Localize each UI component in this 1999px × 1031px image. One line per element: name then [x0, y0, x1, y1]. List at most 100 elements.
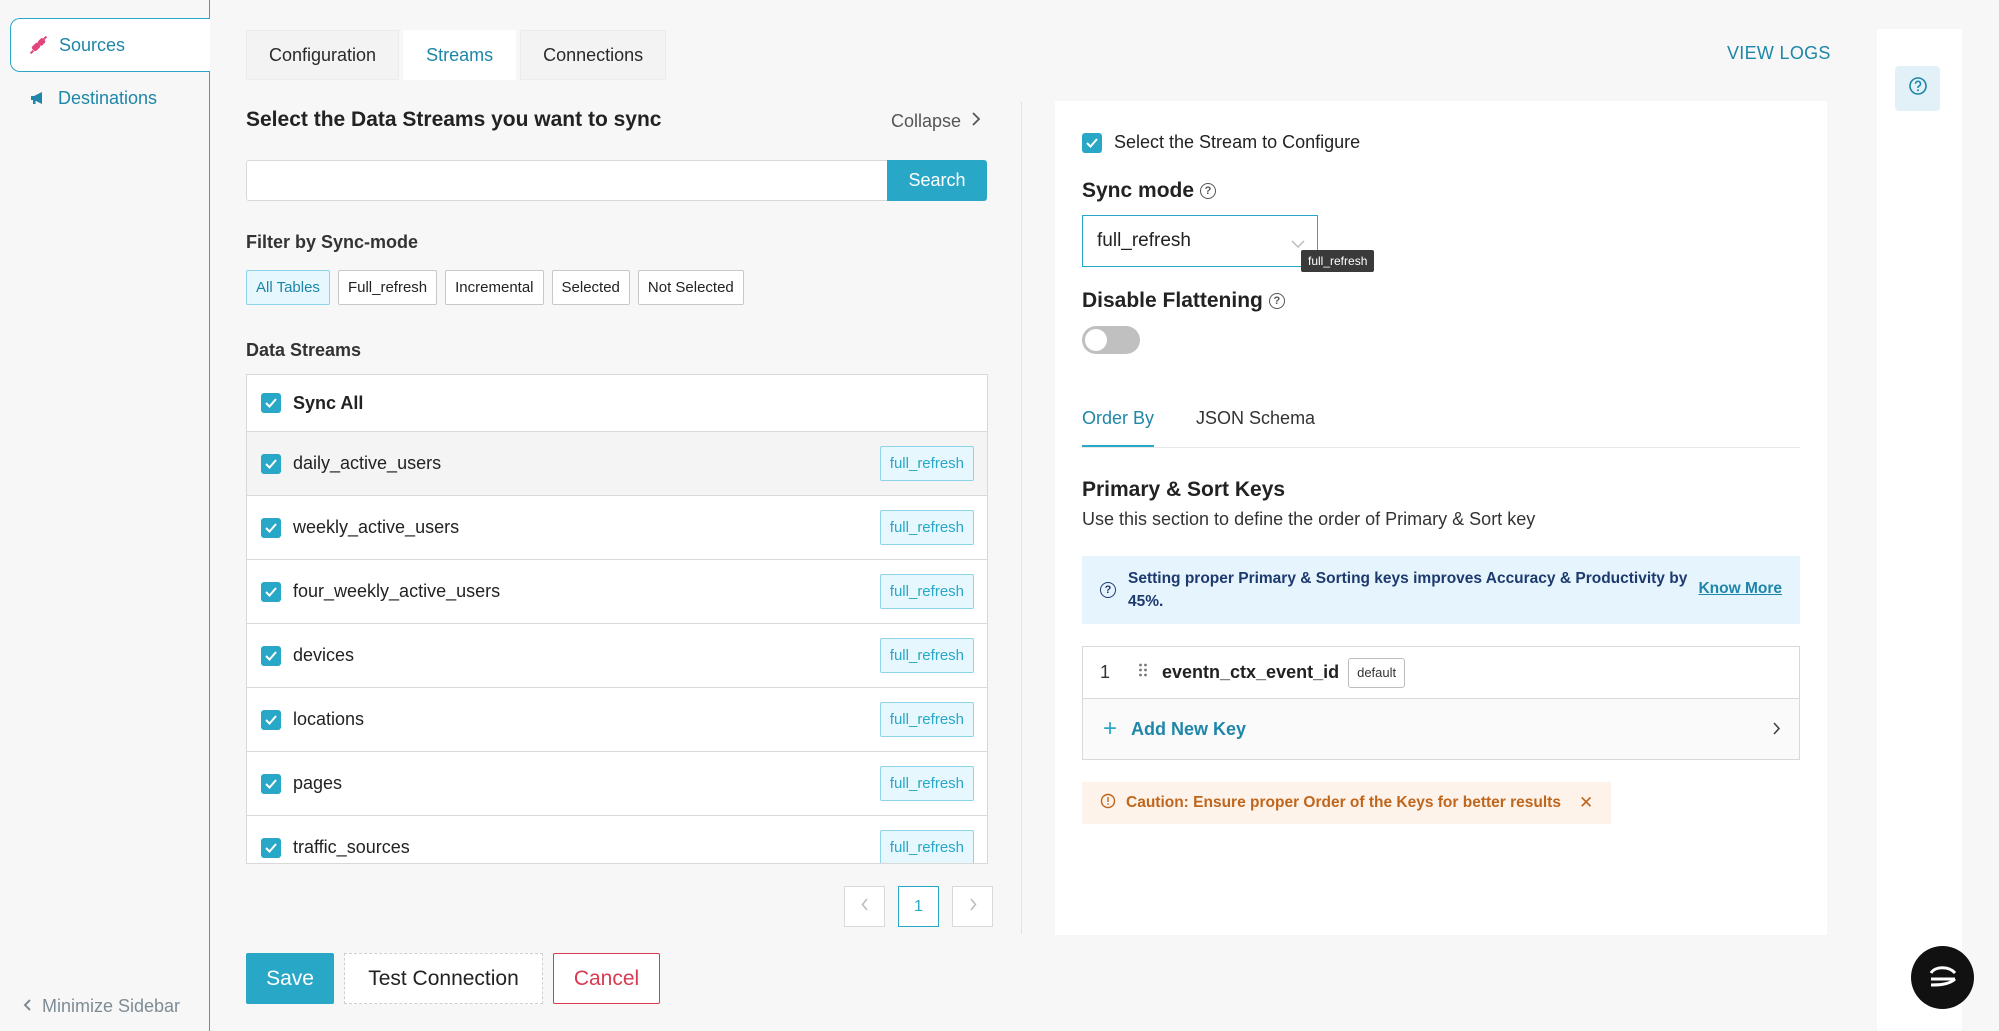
stream-config-panel: Select the Stream to Configure Sync mode… — [1055, 101, 1827, 935]
sync-mode-badge: full_refresh — [879, 446, 974, 481]
key-index: 1 — [1100, 662, 1111, 682]
disable-flattening-toggle[interactable] — [1082, 326, 1140, 354]
add-new-key-button[interactable]: + Add New Key — [1083, 699, 1799, 759]
chevron-left-icon — [22, 996, 32, 1017]
megaphone-icon — [28, 88, 48, 108]
select-stream-checkbox[interactable] — [1082, 132, 1102, 153]
sync-mode-label: Sync mode — [1082, 179, 1195, 202]
chevron-left-icon — [861, 898, 869, 916]
tab-connections[interactable]: Connections — [520, 30, 667, 80]
prev-page-button[interactable] — [844, 886, 885, 927]
stream-checkbox[interactable] — [261, 453, 281, 474]
chevron-right-icon — [969, 898, 977, 916]
streams-panel-title: Select the Data Streams you want to sync — [246, 108, 662, 131]
close-icon[interactable]: ✕ — [1579, 793, 1593, 813]
caution-text: Caution: Ensure proper Order of the Keys… — [1126, 794, 1561, 811]
plus-icon: + — [1103, 715, 1118, 742]
stream-checkbox[interactable] — [261, 773, 281, 794]
filter-label: Filter by Sync-mode — [246, 232, 419, 252]
warning-icon — [1100, 793, 1116, 814]
panel-divider — [1021, 102, 1022, 934]
collapse-button[interactable]: Collapse — [891, 111, 981, 132]
sidebar-item-sources[interactable]: Sources — [10, 18, 210, 72]
info-icon: ? — [1100, 582, 1116, 598]
view-logs-link[interactable]: VIEW LOGS — [1727, 43, 1831, 64]
sync-mode-badge: full_refresh — [879, 702, 974, 737]
filter-full-refresh[interactable]: Full_refresh — [337, 270, 438, 305]
info-banner: ? Setting proper Primary & Sorting keys … — [1082, 556, 1800, 624]
config-subtabs: Order By JSON Schema — [1082, 403, 1800, 448]
sync-mode-value: full_refresh — [1097, 230, 1191, 251]
sidebar: Sources Destinations Minimize Sidebar — [0, 0, 210, 1031]
tab-configuration[interactable]: Configuration — [246, 30, 400, 80]
primary-sort-keys-description: Use this section to define the order of … — [1082, 509, 1536, 529]
table-row[interactable]: pages full_refresh — [247, 752, 987, 816]
minimize-sidebar-button[interactable]: Minimize Sidebar — [22, 996, 180, 1017]
stream-name: devices — [293, 645, 355, 665]
sync-mode-badge: full_refresh — [879, 638, 974, 673]
disable-flattening-heading: Disable Flattening ? — [1082, 289, 1285, 313]
data-streams-label: Data Streams — [246, 340, 362, 360]
logo-icon — [1925, 957, 1961, 998]
table-row[interactable]: traffic_sources full_refresh — [247, 816, 987, 863]
table-row[interactable]: locations full_refresh — [247, 688, 987, 752]
sync-all-checkbox[interactable] — [261, 393, 281, 413]
plug-icon — [29, 35, 49, 55]
subtab-order-by[interactable]: Order By — [1082, 403, 1155, 447]
sync-mode-tooltip: full_refresh — [1301, 250, 1375, 272]
key-row[interactable]: 1 eventn_ctx_event_id default — [1083, 647, 1799, 699]
stream-name: traffic_sources — [293, 837, 410, 857]
table-row[interactable]: devices full_refresh — [247, 624, 987, 688]
save-button[interactable]: Save — [246, 953, 334, 1004]
page-tabs: Configuration Streams Connections — [246, 30, 667, 80]
sync-mode-badge: full_refresh — [879, 830, 974, 863]
help-button[interactable] — [1895, 66, 1940, 111]
next-page-button[interactable] — [952, 886, 993, 927]
cancel-button[interactable]: Cancel — [553, 953, 660, 1004]
chevron-right-icon — [971, 111, 981, 132]
tab-streams[interactable]: Streams — [403, 30, 517, 80]
select-stream-label: Select the Stream to Configure — [1114, 132, 1361, 152]
caution-banner: Caution: Ensure proper Order of the Keys… — [1082, 782, 1612, 824]
key-name: eventn_ctx_event_id — [1162, 662, 1340, 682]
filter-not-selected[interactable]: Not Selected — [637, 270, 744, 305]
stream-checkbox[interactable] — [261, 709, 281, 730]
select-stream-row: Select the Stream to Configure — [1082, 132, 1360, 153]
stream-name: weekly_active_users — [293, 517, 460, 537]
app-logo-button[interactable] — [1911, 946, 1974, 1009]
test-connection-button[interactable]: Test Connection — [344, 953, 543, 1004]
table-row[interactable]: weekly_active_users full_refresh — [247, 496, 987, 560]
stream-checkbox[interactable] — [261, 645, 281, 666]
sync-mode-heading: Sync mode ? — [1082, 179, 1217, 203]
sync-mode-select[interactable]: full_refresh — [1082, 215, 1318, 267]
know-more-link[interactable]: Know More — [1698, 580, 1782, 598]
sync-mode-badge: full_refresh — [879, 766, 974, 801]
filter-selected[interactable]: Selected — [551, 270, 630, 305]
default-tag: default — [1348, 657, 1406, 688]
search-input[interactable] — [246, 160, 888, 201]
drag-handle-icon[interactable] — [1138, 663, 1148, 682]
chevron-right-icon — [1772, 721, 1781, 741]
sync-mode-filters: All Tables Full_refresh Incremental Sele… — [246, 270, 744, 305]
keys-list: 1 eventn_ctx_event_id default + Add New … — [1082, 646, 1800, 760]
help-icon — [1908, 76, 1928, 101]
table-row[interactable]: daily_active_users full_refresh — [247, 432, 987, 496]
search-button[interactable]: Search — [887, 160, 987, 201]
add-new-key-label: Add New Key — [1131, 718, 1247, 739]
stream-name: locations — [293, 709, 365, 729]
filter-all-tables[interactable]: All Tables — [246, 270, 330, 305]
filter-incremental[interactable]: Incremental — [445, 270, 544, 305]
sync-mode-badge: full_refresh — [879, 574, 974, 609]
help-icon[interactable]: ? — [1268, 293, 1285, 309]
help-icon[interactable]: ? — [1200, 183, 1217, 199]
info-text: Setting proper Primary & Sorting keys im… — [1128, 570, 1688, 610]
table-row[interactable]: four_weekly_active_users full_refresh — [247, 560, 987, 624]
stream-checkbox[interactable] — [261, 517, 281, 538]
sidebar-item-destinations[interactable]: Destinations — [10, 71, 210, 125]
right-rail — [1877, 29, 1962, 1031]
stream-checkbox[interactable] — [261, 837, 281, 858]
stream-name: pages — [293, 773, 343, 793]
page-number-button[interactable]: 1 — [898, 886, 939, 927]
subtab-json-schema[interactable]: JSON Schema — [1196, 403, 1315, 447]
stream-checkbox[interactable] — [261, 581, 281, 602]
